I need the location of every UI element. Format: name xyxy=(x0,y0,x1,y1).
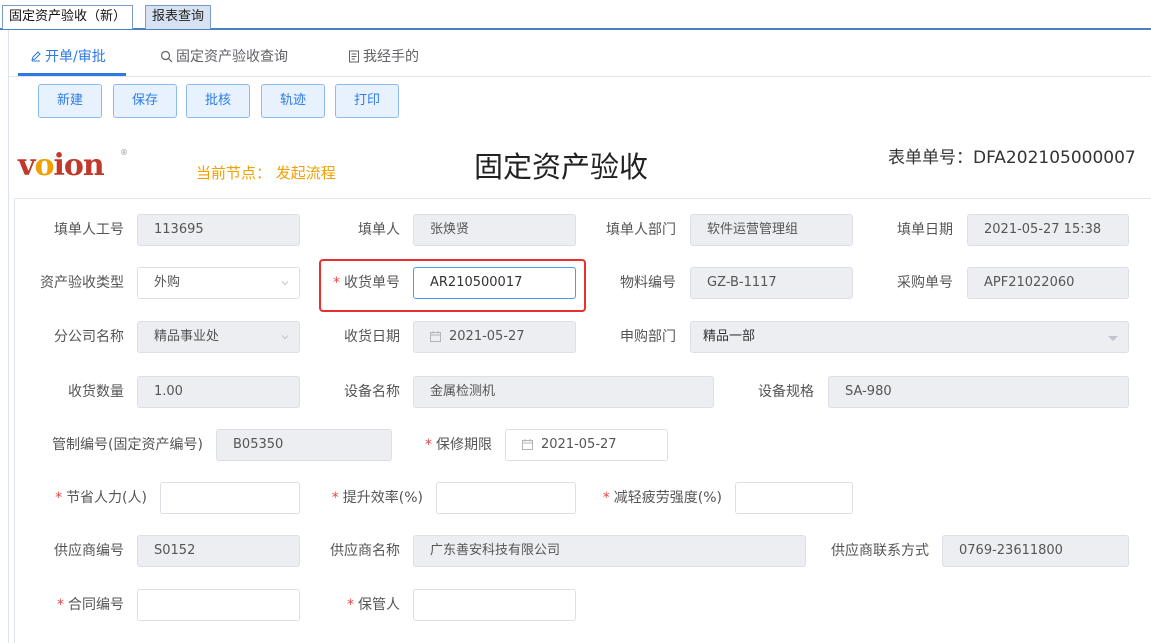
new-button[interactable]: 新建 xyxy=(38,84,102,118)
supplier-name-label: 供应商名称 xyxy=(330,543,400,559)
purchase-dept-label: 申购部门 xyxy=(620,329,676,345)
device-spec-field[interactable]: SA-980 xyxy=(828,376,1129,408)
calendar-icon xyxy=(430,331,441,342)
device-name-field[interactable]: 金属检测机 xyxy=(413,376,714,408)
warranty-value: 2021-05-27 xyxy=(541,437,617,452)
warranty-field[interactable]: 2021-05-27 xyxy=(505,429,668,461)
tab-label: 我经手的 xyxy=(363,49,419,65)
purchase-dept-select[interactable]: 精品一部 xyxy=(690,321,1129,353)
filler-label: 填单人 xyxy=(358,222,400,238)
tab-create-approve[interactable]: 开单/审批 xyxy=(30,46,106,66)
device-spec-label: 设备规格 xyxy=(758,384,814,400)
control-no-field[interactable]: B05350 xyxy=(216,429,392,461)
contract-no-label: * 合同编号 xyxy=(57,597,124,613)
efficiency-input[interactable] xyxy=(436,482,576,514)
fatigue-input[interactable] xyxy=(735,482,853,514)
device-name-label: 设备名称 xyxy=(344,384,400,400)
required-asterisk: * xyxy=(331,490,339,506)
chevron-down-icon xyxy=(281,281,289,286)
filler-id-label: 填单人工号 xyxy=(54,222,124,238)
filler-dept-label: 填单人部门 xyxy=(606,222,676,238)
purchase-dept-value: 精品一部 xyxy=(703,329,756,344)
calendar-icon xyxy=(522,439,533,450)
window-tab-bar: 固定资产验收（新） 报表查询 xyxy=(0,0,1151,30)
supplier-no-label: 供应商编号 xyxy=(54,543,124,559)
supplier-contact-field[interactable]: 0769-23611800 xyxy=(942,535,1129,567)
fatigue-label: * 减轻疲劳强度(%) xyxy=(602,490,722,506)
receipt-date-value: 2021-05-27 xyxy=(449,329,525,344)
tab-my-handled[interactable]: 我经手的 xyxy=(348,46,419,66)
required-asterisk: * xyxy=(602,490,610,506)
supplier-name-field[interactable]: 广东善安科技有限公司 xyxy=(413,535,806,567)
registered-mark-icon: ® xyxy=(120,148,128,157)
required-asterisk: * xyxy=(347,597,354,613)
save-button[interactable]: 保存 xyxy=(113,84,177,118)
supplier-contact-label: 供应商联系方式 xyxy=(831,543,929,559)
manpower-saved-label: * 节省人力(人) xyxy=(55,490,147,506)
filler-field[interactable]: 张焕贤 xyxy=(413,214,576,246)
quantity-label: 收货数量 xyxy=(68,384,124,400)
highlight-box xyxy=(319,259,586,312)
material-no-label: 物料编号 xyxy=(620,275,676,291)
accept-type-value: 外购 xyxy=(154,275,181,290)
efficiency-label: * 提升效率(%) xyxy=(331,490,423,506)
filler-dept-field[interactable]: 软件运营管理组 xyxy=(690,214,853,246)
manpower-saved-input[interactable] xyxy=(160,482,300,514)
track-button[interactable]: 轨迹 xyxy=(261,84,325,118)
chevron-down-icon xyxy=(281,335,289,340)
branch-label: 分公司名称 xyxy=(54,329,124,345)
purchase-no-label: 采购单号 xyxy=(897,275,953,291)
edit-icon xyxy=(31,51,41,62)
supplier-no-field[interactable]: S0152 xyxy=(137,535,300,567)
tab-label: 开单/审批 xyxy=(45,49,106,65)
dropdown-arrow-icon xyxy=(1108,336,1118,341)
page-title: 固定资产验收 xyxy=(474,150,649,184)
custodian-input[interactable] xyxy=(413,589,576,621)
current-node: 当前节点： 发起流程 xyxy=(196,164,336,182)
window-tab-asset-acceptance[interactable]: 固定资产验收（新） xyxy=(2,5,134,29)
print-button[interactable]: 打印 xyxy=(335,84,399,118)
required-asterisk: * xyxy=(425,437,432,453)
quantity-field[interactable]: 1.00 xyxy=(137,376,300,408)
tab-asset-acceptance-query[interactable]: 固定资产验收查询 xyxy=(160,46,288,66)
nav-tabs: 开单/审批 固定资产验收查询 我经手的 xyxy=(8,30,1151,77)
document-icon xyxy=(349,50,359,62)
form-number: 表单单号：DFA202105000007 xyxy=(888,148,1136,168)
warranty-label: * 保修期限 xyxy=(425,437,492,453)
fill-date-field[interactable]: 2021-05-27 15:38 xyxy=(967,214,1129,246)
search-icon xyxy=(160,50,173,62)
custodian-label: * 保管人 xyxy=(347,597,400,613)
approve-button[interactable]: 批核 xyxy=(186,84,250,118)
accept-type-label: 资产验收类型 xyxy=(40,275,124,291)
control-no-label: 管制编号(固定资产编号) xyxy=(52,437,203,453)
required-asterisk: * xyxy=(57,597,64,613)
filler-id-field[interactable]: 113695 xyxy=(137,214,300,246)
branch-value: 精品事业处 xyxy=(154,329,220,344)
receipt-date-label: 收货日期 xyxy=(344,329,400,345)
purchase-no-field[interactable]: APF21022060 xyxy=(967,267,1129,299)
material-no-field[interactable]: GZ-B-1117 xyxy=(690,267,853,299)
branch-select[interactable]: 精品事业处 xyxy=(137,321,300,353)
accept-type-select[interactable]: 外购 xyxy=(137,267,300,299)
tab-label: 固定资产验收查询 xyxy=(176,49,288,65)
receipt-date-field[interactable]: 2021-05-27 xyxy=(413,321,576,353)
window-tab-report-query[interactable]: 报表查询 xyxy=(145,5,212,29)
required-asterisk: * xyxy=(55,490,63,506)
voion-logo: voion xyxy=(18,148,105,183)
active-tab-indicator xyxy=(18,73,126,76)
contract-no-input[interactable] xyxy=(137,589,300,621)
fill-date-label: 填单日期 xyxy=(897,222,953,238)
